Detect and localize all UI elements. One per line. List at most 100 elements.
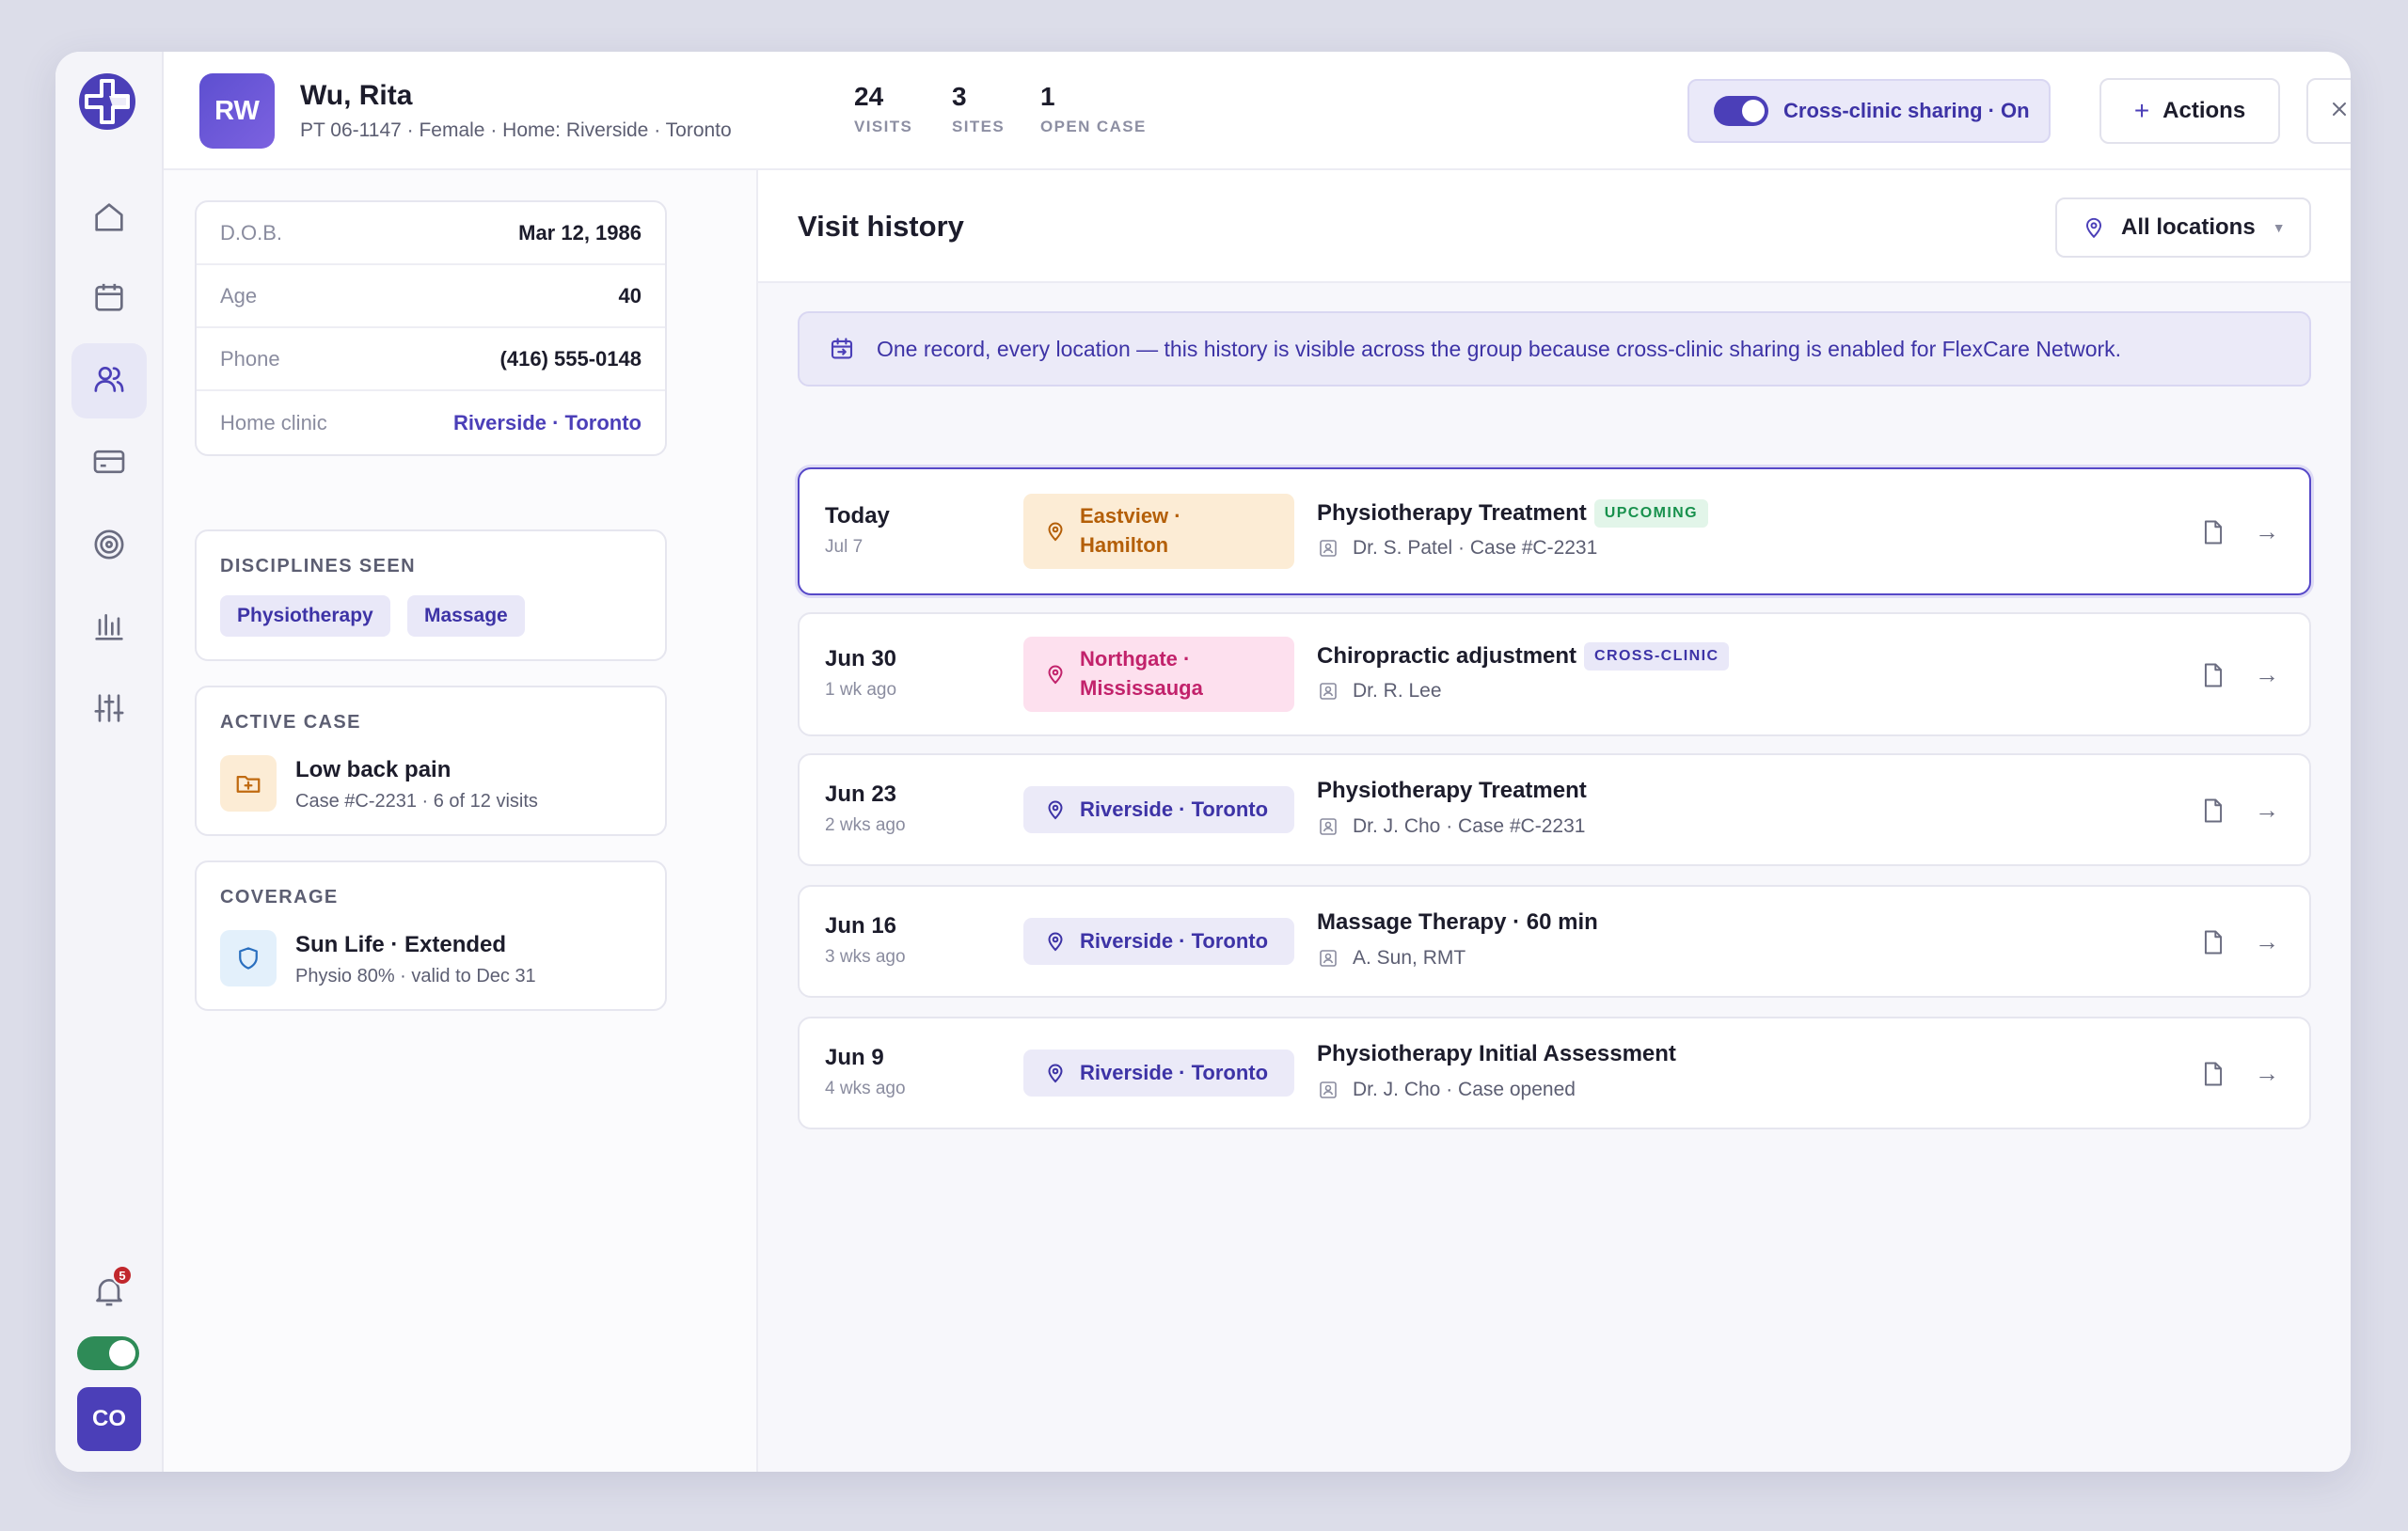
arrow-right-icon[interactable]: → bbox=[2255, 796, 2279, 825]
provider-badge-icon bbox=[1317, 815, 1353, 838]
coverage-sub: Physio 80% · valid to Dec 31 bbox=[295, 966, 536, 986]
visit-relative-date: 2 wks ago bbox=[825, 815, 906, 835]
home-clinic-link[interactable]: Riverside · Toronto bbox=[453, 411, 642, 435]
arrow-right-icon[interactable]: → bbox=[2255, 660, 2279, 689]
visit-provider: Dr. J. Cho · Case opened bbox=[1317, 1079, 1576, 1101]
rail-patients-button[interactable] bbox=[71, 343, 147, 418]
patient-avatar: RW bbox=[199, 73, 275, 149]
document-icon[interactable] bbox=[2200, 661, 2226, 694]
document-icon[interactable] bbox=[2200, 1060, 2226, 1093]
notifications-button[interactable]: 5 bbox=[71, 1255, 147, 1331]
disciplines-title: DISCIPLINES SEEN bbox=[220, 556, 416, 576]
rail-billing-button[interactable] bbox=[71, 426, 147, 501]
arrow-right-icon[interactable]: → bbox=[2255, 927, 2279, 956]
detail-row-dob: D.O.B. Mar 12, 1986 bbox=[197, 202, 665, 265]
visit-relative-date: Jul 7 bbox=[825, 537, 863, 557]
location-filter-value: All locations bbox=[2121, 214, 2256, 240]
visit-row[interactable]: Today Jul 7 Eastview · Hamilton Physiotherap… bbox=[798, 467, 2311, 595]
visit-location-chip[interactable]: Northgate · Mississauga bbox=[1023, 637, 1294, 712]
rail-goals-button[interactable] bbox=[71, 509, 147, 584]
stat-sites: 3 SITES bbox=[952, 82, 1006, 135]
users-icon bbox=[90, 360, 128, 402]
sharing-switch[interactable] bbox=[1714, 96, 1768, 126]
sharing-label: Cross-clinic sharing · On bbox=[1783, 99, 2030, 122]
active-case-title: ACTIVE CASE bbox=[220, 712, 361, 733]
document-icon[interactable] bbox=[2200, 797, 2226, 829]
user-avatar[interactable]: CO bbox=[77, 1387, 141, 1451]
visit-row[interactable]: Jun 23 2 wks ago Riverside · Toronto Physio… bbox=[798, 753, 2311, 866]
visit-row[interactable]: Jun 9 4 wks ago Riverside · Toronto Physiot… bbox=[798, 1017, 2311, 1129]
visit-row[interactable]: Jun 16 3 wks ago Riverside · Toronto Massag… bbox=[798, 885, 2311, 998]
detail-row-phone: Phone (416) 555-0148 bbox=[197, 328, 665, 391]
map-pin-icon bbox=[1023, 798, 1080, 821]
stat-open-case: 1 OPEN CASE bbox=[1040, 82, 1147, 135]
active-case-name: Low back pain bbox=[295, 757, 452, 782]
cross-clinic-sharing-toggle[interactable]: Cross-clinic sharing · On bbox=[1687, 79, 2051, 143]
map-pin-icon bbox=[2082, 215, 2106, 240]
visit-provider-text: Dr. J. Cho · Case #C-2231 bbox=[1353, 815, 1586, 837]
visit-title: Physiotherapy Treatment bbox=[1317, 778, 1587, 804]
sliders-icon bbox=[90, 689, 128, 732]
rail-reports-button[interactable] bbox=[71, 591, 147, 666]
visit-provider: Dr. R. Lee bbox=[1317, 680, 1442, 702]
visit-location-line1: Riverside · Toronto bbox=[1080, 797, 1269, 821]
visit-location-line1: Riverside · Toronto bbox=[1080, 928, 1269, 953]
visit-provider-text: Dr. R. Lee bbox=[1353, 680, 1442, 702]
map-pin-icon bbox=[1023, 930, 1080, 953]
visit-date: Jun 23 bbox=[825, 781, 897, 807]
visit-provider-text: Dr. J. Cho · Case opened bbox=[1353, 1079, 1576, 1100]
visit-date: Jun 16 bbox=[825, 913, 897, 939]
provider-badge-icon bbox=[1317, 947, 1353, 970]
visit-title-text: Physiotherapy Initial Assessment bbox=[1317, 1041, 1676, 1066]
visit-relative-date: 4 wks ago bbox=[825, 1079, 906, 1098]
status-toggle[interactable] bbox=[77, 1336, 139, 1370]
arrow-right-icon[interactable]: → bbox=[2255, 1059, 2279, 1088]
visit-location-chip[interactable]: Eastview · Hamilton bbox=[1023, 494, 1294, 569]
rail-calendar-button[interactable] bbox=[71, 261, 147, 337]
visit-status-badge: UPCOMING bbox=[1593, 499, 1708, 528]
visit-location-chip[interactable]: Riverside · Toronto bbox=[1023, 918, 1294, 965]
stat-visits: 24 VISITS bbox=[854, 82, 913, 135]
location-filter-select[interactable]: All locations ▼ bbox=[2055, 197, 2311, 258]
visit-history-panel: Visit history All locations ▼ One record… bbox=[758, 170, 2351, 1472]
visit-history-header: Visit history All locations ▼ bbox=[758, 170, 2351, 283]
chevron-down-icon: ▼ bbox=[2272, 220, 2286, 235]
visit-relative-date: 1 wk ago bbox=[825, 680, 897, 700]
arrow-right-icon[interactable]: → bbox=[2255, 517, 2279, 546]
document-icon[interactable] bbox=[2200, 928, 2226, 961]
calendar-icon bbox=[90, 278, 128, 321]
banner-text: One record, every location — this histor… bbox=[877, 336, 2122, 361]
visit-relative-date: 3 wks ago bbox=[825, 947, 906, 967]
calendar-share-icon bbox=[828, 335, 856, 363]
nav-rail: 5 CO bbox=[55, 52, 164, 1472]
visit-provider: Dr. S. Patel · Case #C-2231 bbox=[1317, 537, 1597, 560]
visit-location-chip[interactable]: Riverside · Toronto bbox=[1023, 1050, 1294, 1097]
actions-label: Actions bbox=[2162, 98, 2246, 123]
provider-badge-icon bbox=[1317, 537, 1353, 560]
rail-home-button[interactable] bbox=[71, 182, 147, 257]
demographics-card: D.O.B. Mar 12, 1986 Age 40 Phone (416) 5… bbox=[195, 200, 667, 456]
visit-row[interactable]: Jun 30 1 wk ago Northgate · Mississauga Chir… bbox=[798, 612, 2311, 736]
active-case-sub: Case #C-2231 · 6 of 12 visits bbox=[295, 791, 538, 812]
discipline-chip[interactable]: Massage bbox=[407, 595, 525, 637]
patient-meta: PT 06-1147 · Female · Home: Riverside · … bbox=[300, 119, 732, 141]
visit-location-chip[interactable]: Riverside · Toronto bbox=[1023, 786, 1294, 833]
actions-button[interactable]: + Actions bbox=[2099, 78, 2280, 144]
visit-provider: A. Sun, RMT bbox=[1317, 947, 1465, 970]
detail-row-home-clinic: Home clinic Riverside · Toronto bbox=[220, 410, 642, 435]
visit-provider-text: A. Sun, RMT bbox=[1353, 947, 1466, 969]
provider-badge-icon bbox=[1317, 1079, 1353, 1101]
document-icon[interactable] bbox=[2200, 518, 2226, 551]
close-button[interactable] bbox=[2306, 78, 2351, 144]
visit-location-line2: Hamilton bbox=[1080, 533, 1169, 557]
active-case-card[interactable]: ACTIVE CASE Low back pain Case #C-2231 ·… bbox=[195, 686, 667, 836]
coverage-card[interactable]: COVERAGE Sun Life · Extended Physio 80% … bbox=[195, 860, 667, 1011]
discipline-chip[interactable]: Physiotherapy bbox=[220, 595, 390, 637]
folder-plus-icon bbox=[220, 755, 277, 812]
flexcare-logo-icon[interactable] bbox=[77, 71, 137, 132]
patient-header: RW Wu, Rita PT 06-1147 · Female · Home: … bbox=[164, 52, 2351, 170]
rail-settings-button[interactable] bbox=[71, 672, 147, 748]
visit-title: Physiotherapy Initial Assessment bbox=[1317, 1041, 1676, 1067]
app-window: 5 CO RW Wu, Rita PT 06-1147 · Female · H… bbox=[55, 52, 2351, 1472]
visit-date: Jun 30 bbox=[825, 646, 897, 671]
